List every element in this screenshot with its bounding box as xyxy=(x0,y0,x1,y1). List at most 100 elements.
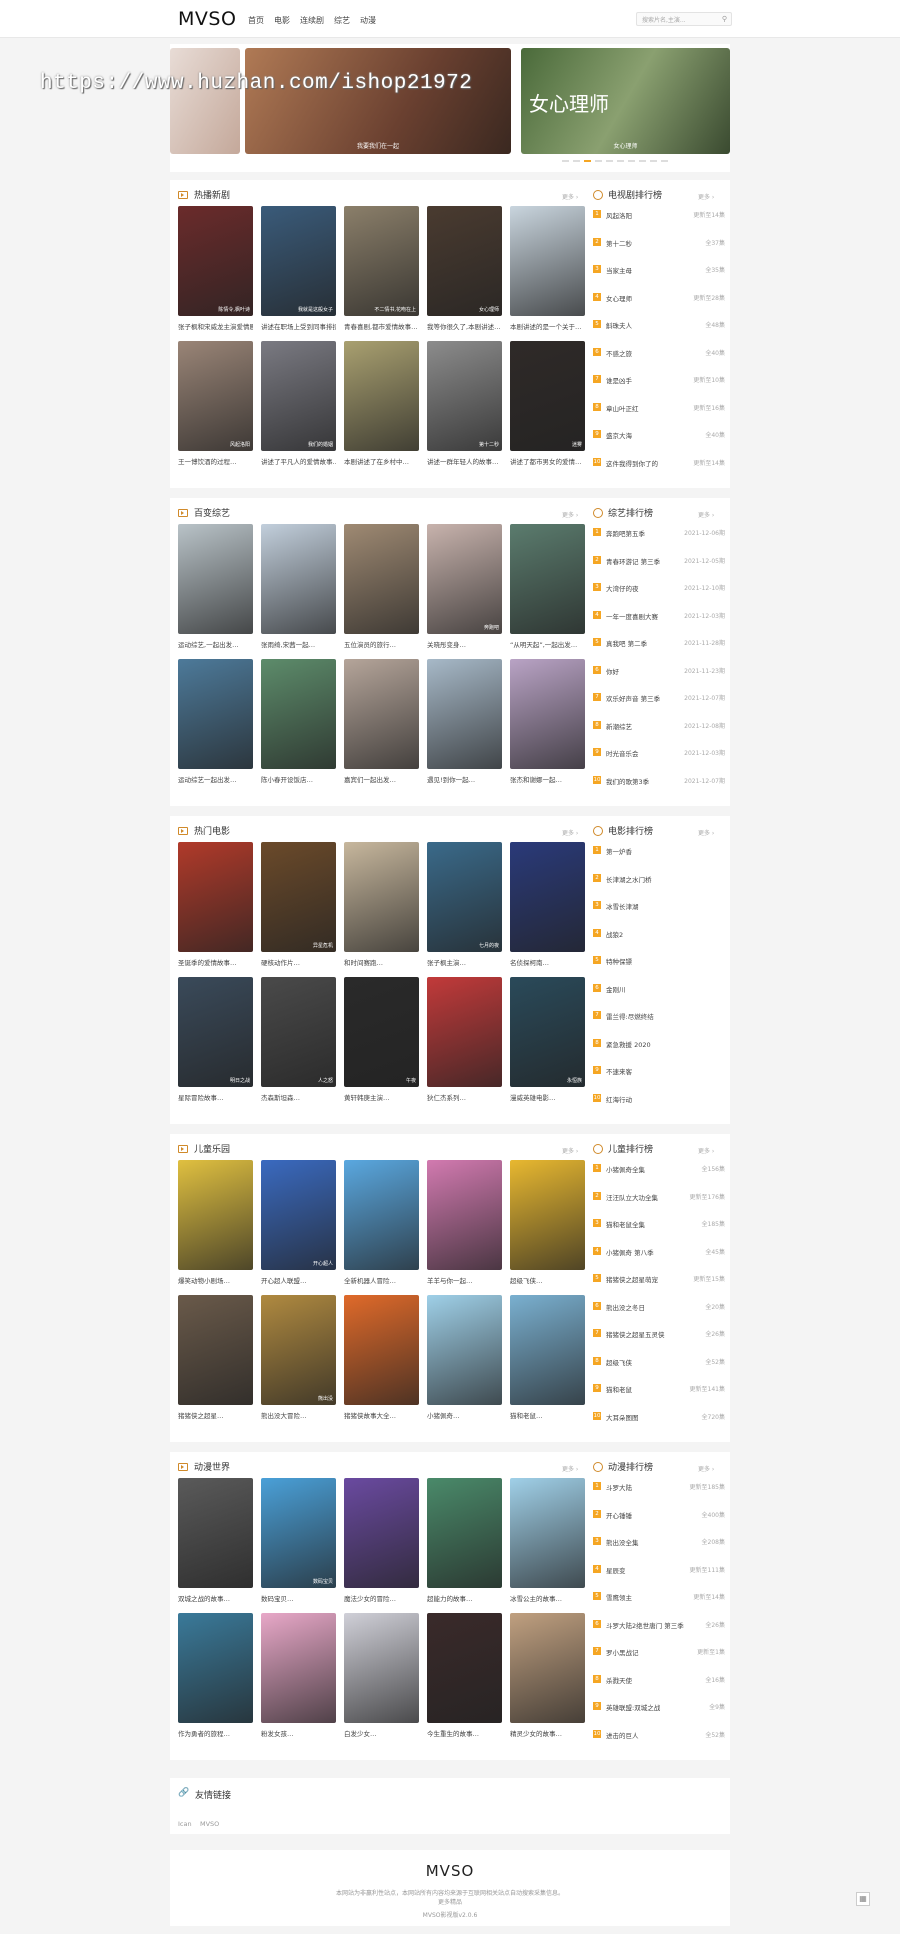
card-title[interactable]: 讲述了平凡人的爱情故事… xyxy=(261,456,336,466)
poster-image[interactable] xyxy=(178,524,253,634)
rank-item-name[interactable]: 熊出没全集 xyxy=(606,1537,686,1547)
poster-image[interactable] xyxy=(510,1478,585,1588)
rank-item-name[interactable]: 第十二秒 xyxy=(606,238,686,248)
rank-item-name[interactable]: 大湾仔的夜 xyxy=(606,583,686,593)
poster-image[interactable]: 我们的婚姻 xyxy=(261,341,336,451)
rank-item-name[interactable]: 斛珠夫人 xyxy=(606,320,686,330)
video-card[interactable]: 小猪佩奇… xyxy=(427,1295,502,1420)
video-card[interactable]: 遇见!到你一起… xyxy=(427,659,502,784)
poster-image[interactable] xyxy=(427,1295,502,1405)
rank-item[interactable]: 5 猪猪侠之超星萌宠 更新至15集 xyxy=(593,1272,725,1286)
video-card[interactable]: 第十二秒 讲述一群年轻人的故事… xyxy=(427,341,502,466)
poster-image[interactable]: 异星危机 xyxy=(261,842,336,952)
poster-image[interactable] xyxy=(178,1478,253,1588)
card-title[interactable]: 羊羊与你一起… xyxy=(427,1275,502,1285)
card-title[interactable]: 杰森斯坦森… xyxy=(261,1092,336,1102)
poster-image[interactable]: 永恒族 xyxy=(510,977,585,1087)
qr-code-icon[interactable]: ▦ xyxy=(856,1892,870,1906)
card-title[interactable]: 超级飞侠… xyxy=(510,1275,585,1285)
card-title[interactable]: 五位演员的旅行… xyxy=(344,639,419,649)
poster-image[interactable]: 开心超人 xyxy=(261,1160,336,1270)
poster-image[interactable]: 午夜 xyxy=(344,977,419,1087)
search-icon[interactable]: ⚲ xyxy=(722,15,727,23)
rank-item-name[interactable]: 罗小黑战记 xyxy=(606,1647,686,1657)
rank-item[interactable]: 10 进击的巨人 全52集 xyxy=(593,1728,725,1742)
rank-item-name[interactable]: 风起洛阳 xyxy=(606,210,686,220)
rank-item[interactable]: 2 汪汪队立大功全集 更新至176集 xyxy=(593,1190,725,1204)
poster-image[interactable] xyxy=(510,842,585,952)
video-card[interactable]: 今生重生的故事… xyxy=(427,1613,502,1738)
card-title[interactable]: 张子枫和宋威龙主演爱情剧… xyxy=(178,321,253,331)
video-card[interactable]: 爆笑动物小剧场… xyxy=(178,1160,253,1285)
poster-image[interactable] xyxy=(427,1613,502,1723)
rank-item-name[interactable]: 开心锤锤 xyxy=(606,1510,686,1520)
poster-image[interactable] xyxy=(344,842,419,952)
rank-item-name[interactable]: 冰雪长津湖 xyxy=(606,901,686,911)
card-title[interactable]: 星际冒险故事… xyxy=(178,1092,253,1102)
card-title[interactable]: 运动综艺,一起出发… xyxy=(178,639,253,649)
rank-item-name[interactable]: 猫和老鼠全集 xyxy=(606,1219,686,1229)
rank-item[interactable]: 9 时光音乐会 2021-12-03期 xyxy=(593,746,725,760)
card-title[interactable]: 全新机器人冒险… xyxy=(344,1275,419,1285)
section-more-link[interactable]: 更多 › xyxy=(562,192,578,201)
poster-image[interactable] xyxy=(344,1613,419,1723)
rank-item[interactable]: 7 欢乐好声音 第三季 2021-12-07期 xyxy=(593,691,725,705)
rank-item[interactable]: 6 熊出没之冬日 全20集 xyxy=(593,1300,725,1314)
poster-image[interactable] xyxy=(427,1160,502,1270)
card-title[interactable]: 和时间赛跑… xyxy=(344,957,419,967)
video-card[interactable]: 迷雾 讲述了都市男女的爱情… xyxy=(510,341,585,466)
rank-item[interactable]: 1 斗罗大陆 更新至185集 xyxy=(593,1480,725,1494)
nav-item-movie[interactable]: 电影 xyxy=(274,15,290,26)
video-card[interactable]: 永恒族 漫威英雄电影… xyxy=(510,977,585,1102)
rank-item-name[interactable]: 紧急救援 2020 xyxy=(606,1039,686,1049)
poster-image[interactable]: 我就是这般女子 xyxy=(261,206,336,316)
rank-item-name[interactable]: 一年一度喜剧大赛 xyxy=(606,611,686,621)
rank-item-name[interactable]: 长津湖之水门桥 xyxy=(606,874,686,884)
rank-item-name[interactable]: 时光音乐会 xyxy=(606,748,686,758)
poster-image[interactable]: 明日之战 xyxy=(178,977,253,1087)
video-card[interactable]: 魔法少女的冒险… xyxy=(344,1478,419,1603)
card-title[interactable]: 猪猪侠故事大全… xyxy=(344,1410,419,1420)
card-title[interactable]: 讲述在职场上受到同事排挤… xyxy=(261,321,336,331)
rank-item[interactable]: 4 星辰变 更新至111集 xyxy=(593,1563,725,1577)
rank-item-name[interactable]: 杀戮天使 xyxy=(606,1675,686,1685)
slider-dot[interactable] xyxy=(617,160,624,162)
video-card[interactable]: 奔跑吧 关晓彤变身… xyxy=(427,524,502,649)
card-title[interactable]: 黄轩韩庚主演… xyxy=(344,1092,419,1102)
card-title[interactable]: 作为勇者的旅程… xyxy=(178,1728,253,1738)
rank-item-name[interactable]: 章山叶正红 xyxy=(606,403,686,413)
card-title[interactable]: 小猪佩奇… xyxy=(427,1410,502,1420)
card-title[interactable]: 讲述一群年轻人的故事… xyxy=(427,456,502,466)
video-card[interactable]: 名侦探柯南… xyxy=(510,842,585,967)
rank-item[interactable]: 2 第十二秒 全37集 xyxy=(593,236,725,250)
rank-item-name[interactable]: 小猪佩奇 第八季 xyxy=(606,1247,686,1257)
slider-dot[interactable] xyxy=(595,160,602,162)
rank-item-name[interactable]: 斗罗大陆2绝世唐门 第三季 xyxy=(606,1620,686,1630)
section-more-link[interactable]: 更多 › xyxy=(562,1146,578,1155)
rank-item[interactable]: 1 小猪佩奇全集 全156集 xyxy=(593,1162,725,1176)
poster-image[interactable] xyxy=(261,659,336,769)
poster-image[interactable] xyxy=(261,524,336,634)
rank-item-name[interactable]: 金刚川 xyxy=(606,984,686,994)
rank-item[interactable]: 9 盛京大海 全40集 xyxy=(593,428,725,442)
slider-dot[interactable] xyxy=(628,160,635,162)
rank-item[interactable]: 6 你好 2021-11-23期 xyxy=(593,664,725,678)
rank-item-name[interactable]: 熊出没之冬日 xyxy=(606,1302,686,1312)
video-card[interactable]: 运动综艺一起出发… xyxy=(178,659,253,784)
nav-item-series[interactable]: 连续剧 xyxy=(300,15,324,26)
nav-item-anime[interactable]: 动漫 xyxy=(360,15,376,26)
slider-dot[interactable] xyxy=(606,160,613,162)
poster-image[interactable] xyxy=(344,1295,419,1405)
poster-image[interactable] xyxy=(510,659,585,769)
rank-item-name[interactable]: 不速来客 xyxy=(606,1066,686,1076)
rank-item-name[interactable]: 这件我得到你了的 xyxy=(606,458,686,468)
rank-item[interactable]: 8 超级飞侠 全52集 xyxy=(593,1355,725,1369)
friend-link[interactable]: Ican xyxy=(178,1820,192,1828)
rank-item[interactable]: 7 罗小黑战记 更新至1集 xyxy=(593,1645,725,1659)
poster-image[interactable] xyxy=(178,1160,253,1270)
rank-item[interactable]: 3 当家主母 全35集 xyxy=(593,263,725,277)
card-title[interactable]: 狄仁杰系列… xyxy=(427,1092,502,1102)
poster-image[interactable] xyxy=(344,524,419,634)
video-card[interactable]: 午夜黄轩韩庚主演… xyxy=(344,977,419,1102)
poster-image[interactable]: 风起洛阳 xyxy=(178,341,253,451)
